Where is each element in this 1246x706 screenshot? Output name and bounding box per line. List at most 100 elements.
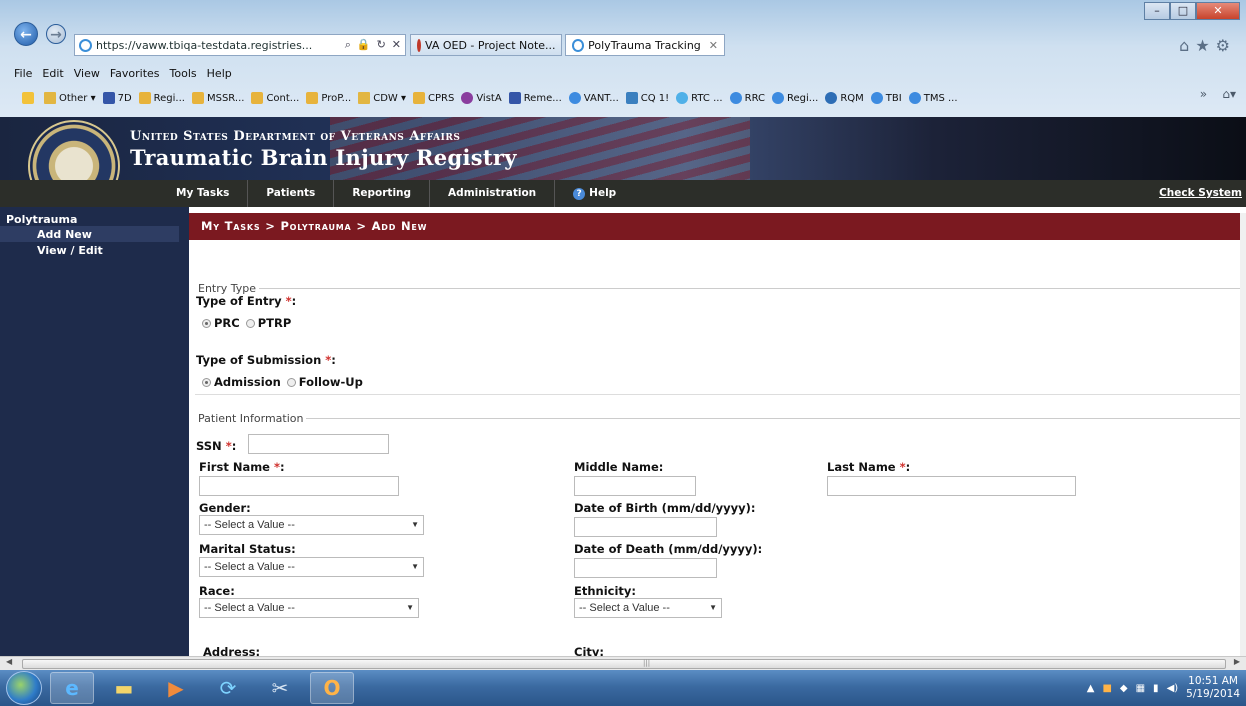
nav-reporting[interactable]: Reporting [334, 180, 431, 207]
favorite-link[interactable]: RTC ... [676, 92, 723, 104]
nav-patients[interactable]: Patients [248, 180, 335, 207]
address-bar[interactable]: https://vaww.tbiqa-testdata.registries..… [74, 34, 406, 56]
dod-input[interactable] [574, 558, 717, 578]
gender-select[interactable]: -- Select a Value -- ▼ [199, 515, 424, 535]
tab-va-oed[interactable]: VA OED - Project Note... [410, 34, 562, 56]
refresh-icon[interactable]: ↻ [377, 38, 386, 52]
favorites-star-icon[interactable]: ★ [1195, 36, 1215, 55]
taskbar-snipping-icon[interactable]: ✂ [258, 672, 302, 704]
ethnicity-select[interactable]: -- Select a Value -- ▼ [574, 598, 722, 618]
favorite-link[interactable]: VANT... [568, 92, 619, 104]
favorite-link[interactable]: ProP... [306, 92, 351, 104]
favorite-link[interactable]: Regi... [138, 92, 185, 104]
ie-tab-icon [572, 38, 585, 52]
tray-chevron-icon[interactable]: ▲ [1087, 683, 1095, 694]
back-button[interactable]: ← [14, 22, 38, 46]
maximize-button[interactable]: □ [1170, 2, 1196, 20]
taskbar-outlook-icon[interactable]: O [310, 672, 354, 704]
favorite-link[interactable]: TMS ... [908, 92, 958, 104]
favorite-link[interactable]: Cont... [251, 92, 299, 104]
favorite-link[interactable]: TBI [870, 92, 902, 104]
favorite-link[interactable]: 7D [102, 92, 132, 104]
scroll-thumb[interactable]: ||| [22, 659, 1226, 669]
taskbar-network-icon[interactable]: ⟳ [206, 672, 250, 704]
volume-icon[interactable]: ◀) [1167, 683, 1179, 694]
taskbar-ie-icon[interactable]: e [50, 672, 94, 704]
globe-icon [676, 92, 689, 104]
favorite-link[interactable]: Other ▾ [44, 92, 96, 104]
favorites-star[interactable] [22, 92, 37, 104]
favorite-link[interactable]: MSSR... [191, 92, 244, 104]
radio-admission[interactable] [202, 377, 211, 387]
scroll-right-icon[interactable]: ▶ [1234, 657, 1240, 666]
sidebar-item-add-new[interactable]: Add New [0, 226, 179, 242]
stop-icon[interactable]: ✕ [392, 38, 401, 52]
vertical-scrollbar[interactable] [1240, 213, 1246, 656]
search-icon[interactable]: ⌕ [345, 38, 351, 52]
close-window-button[interactable]: ✕ [1196, 2, 1240, 20]
minimize-button[interactable]: – [1144, 2, 1170, 20]
tray-signal-icon[interactable]: ▮ [1153, 683, 1159, 694]
radio-ptrp[interactable] [245, 318, 255, 328]
dropdown-arrow-icon: ▼ [406, 603, 414, 612]
first-name-input[interactable] [199, 476, 399, 496]
nav-my-tasks[interactable]: My Tasks [158, 180, 249, 207]
dod-label: Date of Death (mm/dd/yyyy): [574, 542, 763, 556]
menu-help[interactable]: Help [207, 67, 232, 80]
radio-prc[interactable] [202, 318, 211, 328]
sidebar-section-polytrauma[interactable]: Polytrauma [0, 207, 189, 226]
favorite-link[interactable]: Reme... [508, 92, 562, 104]
menu-tools[interactable]: Tools [170, 67, 197, 80]
middle-name-label: Middle Name: [574, 460, 664, 474]
menu-view[interactable]: View [74, 67, 100, 80]
close-tab-icon[interactable]: ✕ [709, 39, 718, 52]
va-tab-icon [417, 38, 421, 52]
lock-icon[interactable]: 🔒 [357, 38, 371, 52]
dob-input[interactable] [574, 517, 717, 537]
favorite-link[interactable]: RRC [729, 92, 765, 104]
address-url[interactable]: https://vaww.tbiqa-testdata.registries..… [96, 39, 345, 52]
menu-edit[interactable]: Edit [42, 67, 63, 80]
home-icon[interactable]: ⌂ [1179, 36, 1195, 55]
patient-info-legend: Patient Information [198, 412, 304, 425]
favorite-link[interactable]: RQM [825, 92, 864, 104]
check-system-link[interactable]: Check System [1159, 180, 1242, 207]
home-page-icon[interactable]: ⌂▾ [1222, 87, 1236, 101]
horizontal-scrollbar[interactable]: ◀ ||| ▶ [0, 656, 1246, 670]
type-of-entry-label: Type of Entry *: [196, 294, 297, 308]
marital-status-select[interactable]: -- Select a Value -- ▼ [199, 557, 424, 577]
settings-gear-icon[interactable]: ⚙ [1216, 36, 1236, 55]
favorite-link[interactable]: Regi... [772, 92, 818, 104]
favorite-link[interactable]: CQ 1! [625, 92, 669, 104]
forward-button[interactable]: → [46, 24, 66, 44]
race-select[interactable]: -- Select a Value -- ▼ [199, 598, 419, 618]
tray-outlook-icon[interactable]: ■ [1102, 683, 1111, 694]
report-icon [138, 92, 151, 104]
nav-help[interactable]: ? Help [555, 180, 634, 207]
scroll-left-icon[interactable]: ◀ [6, 657, 12, 666]
last-name-input[interactable] [827, 476, 1076, 496]
taskbar-explorer-icon[interactable]: ▬ [102, 672, 146, 704]
dob-label: Date of Birth (mm/dd/yyyy): [574, 501, 756, 515]
favorite-link[interactable]: CDW ▾ [358, 92, 406, 104]
sidebar-item-view-edit[interactable]: View / Edit [0, 242, 189, 258]
favorite-link[interactable]: CPRS [413, 92, 454, 104]
start-button[interactable] [6, 671, 42, 705]
middle-name-input[interactable] [574, 476, 696, 496]
title-bar: – □ ✕ [0, 0, 1246, 32]
ssn-input[interactable] [248, 434, 389, 454]
tab-polytrauma-tracking[interactable]: PolyTrauma Tracking ✕ [565, 34, 725, 56]
radio-follow-up[interactable] [286, 377, 296, 387]
menu-file[interactable]: File [14, 67, 32, 80]
tray-app-icon[interactable]: ◆ [1120, 683, 1128, 694]
nav-administration[interactable]: Administration [430, 180, 556, 207]
taskbar-media-icon[interactable]: ▶ [154, 672, 198, 704]
clock[interactable]: 10:51 AM 5/19/2014 [1186, 675, 1240, 701]
chevron-more-icon[interactable]: » [1200, 87, 1207, 101]
tray-network-icon[interactable]: ▦ [1136, 683, 1145, 694]
report-icon [413, 92, 425, 104]
menu-favorites[interactable]: Favorites [110, 67, 160, 80]
favorite-link[interactable]: VistA [461, 92, 502, 104]
folder-icon [358, 92, 371, 104]
app-banner: United States Department of Veterans Aff… [0, 117, 1246, 180]
